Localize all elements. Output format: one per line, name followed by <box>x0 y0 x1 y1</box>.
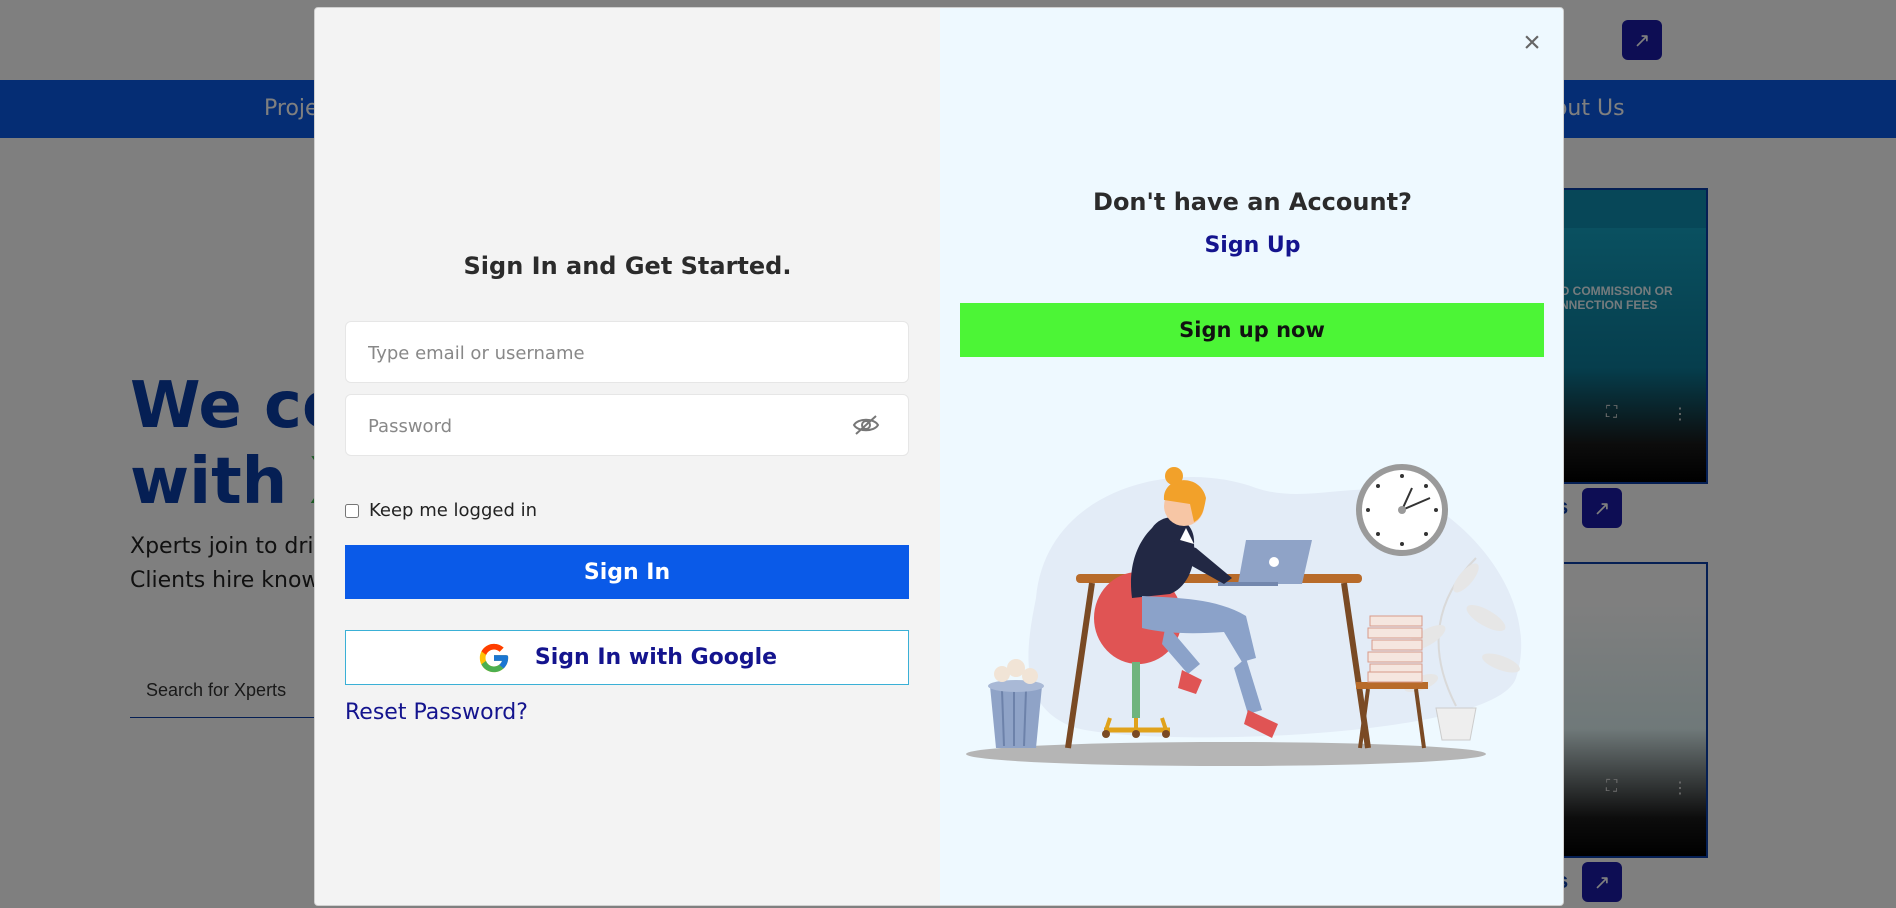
woman-working-at-desk-illustration <box>966 464 1522 766</box>
close-icon[interactable]: × <box>1517 28 1547 58</box>
google-signin-button[interactable]: Sign In with Google <box>345 630 909 685</box>
google-signin-label: Sign In with Google <box>534 645 778 670</box>
eye-off-icon[interactable] <box>852 413 880 437</box>
password-field[interactable] <box>366 395 850 457</box>
google-icon <box>479 643 509 672</box>
reset-password-link[interactable]: Reset Password? <box>345 700 528 725</box>
email-field[interactable] <box>366 322 850 384</box>
keep-logged-in-row[interactable]: Keep me logged in <box>345 500 537 521</box>
keep-logged-in-checkbox[interactable] <box>345 503 359 518</box>
email-field-wrapper <box>345 321 909 384</box>
signin-button[interactable]: Sign In <box>345 545 909 599</box>
signup-panel: × Don't have an Account? Sign Up Sign up… <box>940 8 1563 905</box>
password-field-wrapper <box>345 394 909 457</box>
no-account-text: Don't have an Account? <box>1093 188 1412 216</box>
signup-button[interactable]: Sign up now <box>960 303 1544 357</box>
keep-logged-in-label: Keep me logged in <box>369 500 538 521</box>
signin-panel: Sign In and Get Started. Keep me logged … <box>315 8 940 905</box>
signin-title: Sign In and Get Started. <box>463 252 792 280</box>
signup-heading: Sign Up <box>1204 233 1301 258</box>
login-modal: Sign In and Get Started. Keep me logged … <box>314 7 1564 906</box>
